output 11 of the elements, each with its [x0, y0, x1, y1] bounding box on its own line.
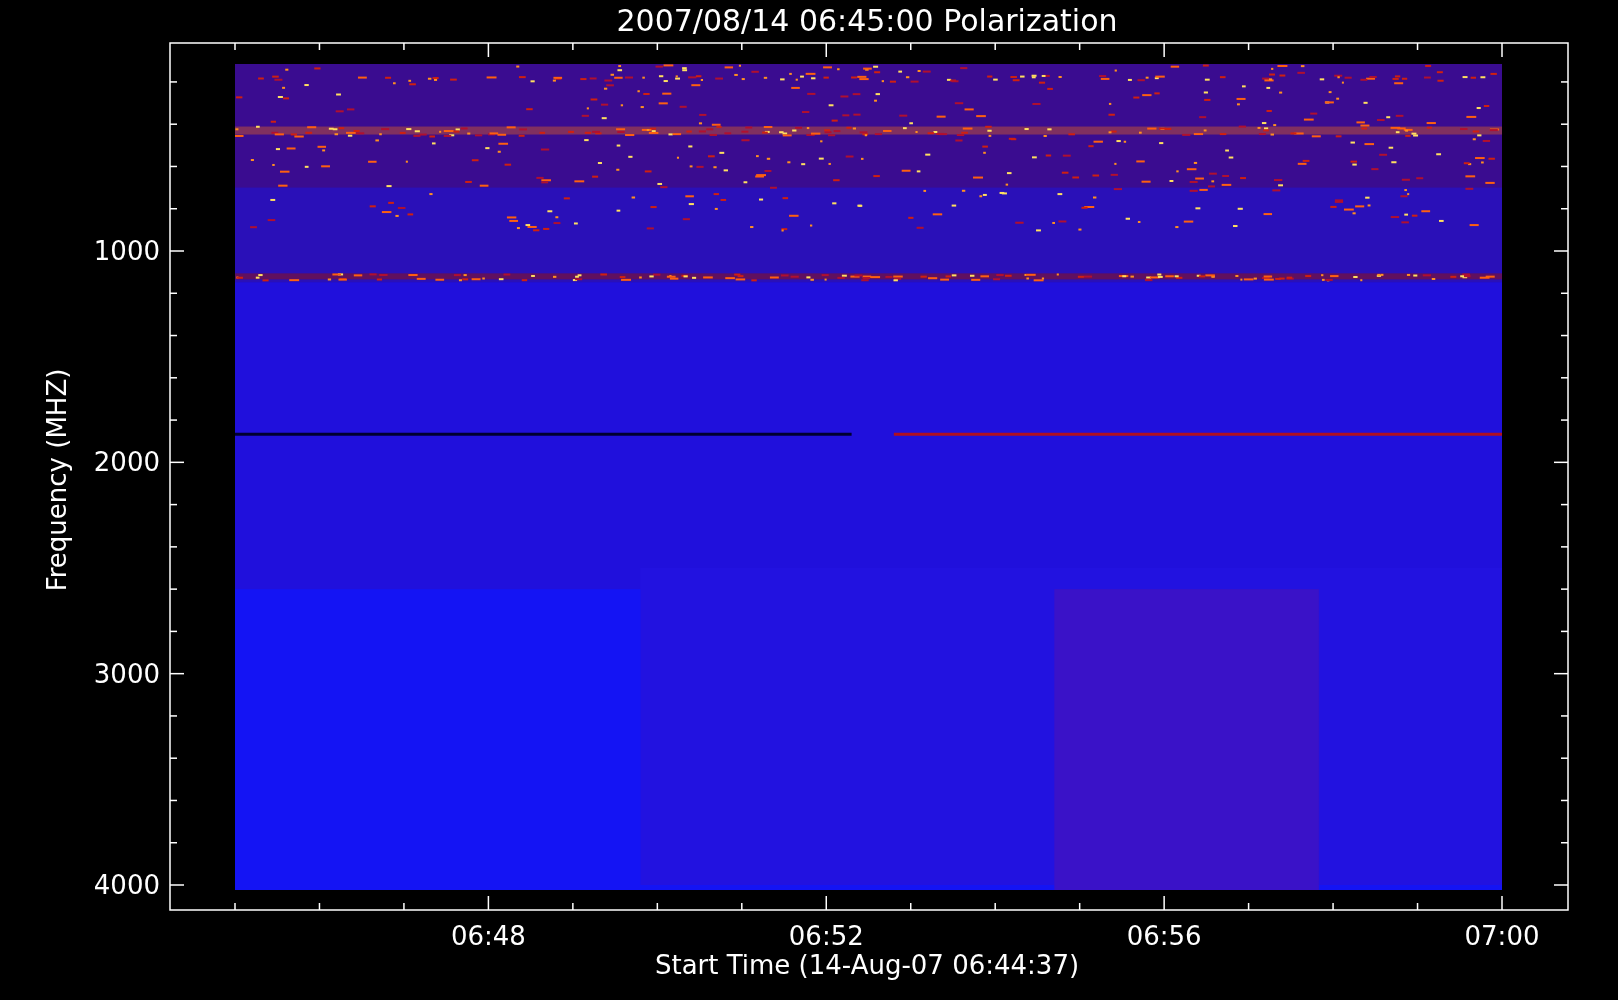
plot-title: 2007/08/14 06:45:00 Polarization	[616, 3, 1118, 38]
x-tick-label: 06:48	[450, 921, 526, 951]
y-tick-label: 1000	[93, 236, 160, 266]
x-tick-label: 07:00	[1464, 921, 1540, 951]
y-tick-label: 3000	[93, 658, 160, 689]
y-tick-label: 4000	[93, 870, 160, 900]
y-axis-label: Frequency (MHZ)	[42, 368, 72, 592]
x-tick-label: 06:56	[1126, 921, 1202, 951]
y-tick-label: 2000	[93, 447, 160, 478]
x-tick-label: 06:52	[788, 921, 864, 951]
x-axis-label: Start Time (14-Aug-07 06:44:37)	[654, 950, 1080, 980]
